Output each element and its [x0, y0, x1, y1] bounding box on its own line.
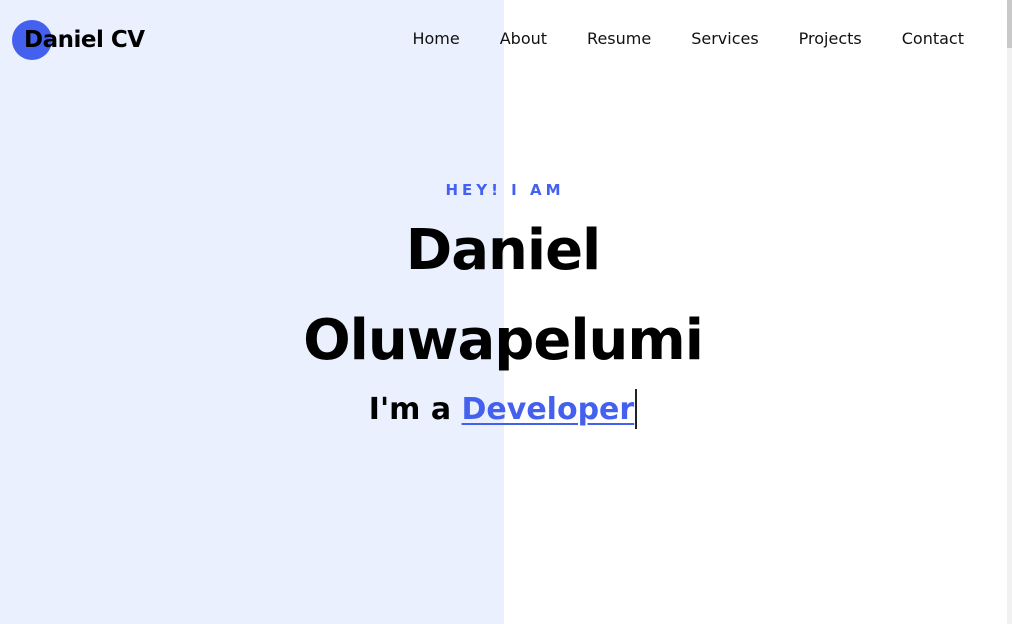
nav-link-home[interactable]: Home: [392, 28, 479, 50]
logo-text: Daniel CV: [24, 27, 145, 53]
hero-role: I'm a Developer: [0, 388, 1006, 432]
site-logo[interactable]: Daniel CV: [12, 20, 145, 60]
nav-link-services[interactable]: Services: [671, 28, 778, 50]
hero-section: HEY! I AM Daniel Oluwapelumi I'm a Devel…: [0, 178, 1006, 432]
page: Daniel CV Home About Resume Services Pro…: [0, 0, 1012, 624]
hero-role-typed: Developer: [461, 392, 635, 427]
nav-link-about[interactable]: About: [480, 28, 567, 50]
main-nav: Home About Resume Services Projects Cont…: [392, 28, 964, 50]
hero-name: Daniel Oluwapelumi: [303, 218, 704, 373]
nav-link-contact[interactable]: Contact: [882, 28, 964, 50]
typing-cursor: [635, 389, 638, 429]
scrollbar-track[interactable]: [1007, 0, 1012, 624]
hero-role-prefix: I'm a: [368, 392, 462, 427]
scrollbar-thumb[interactable]: [1007, 0, 1012, 48]
nav-link-projects[interactable]: Projects: [779, 28, 882, 50]
nav-link-resume[interactable]: Resume: [567, 28, 671, 50]
hero-eyebrow: HEY! I AM: [445, 181, 565, 199]
